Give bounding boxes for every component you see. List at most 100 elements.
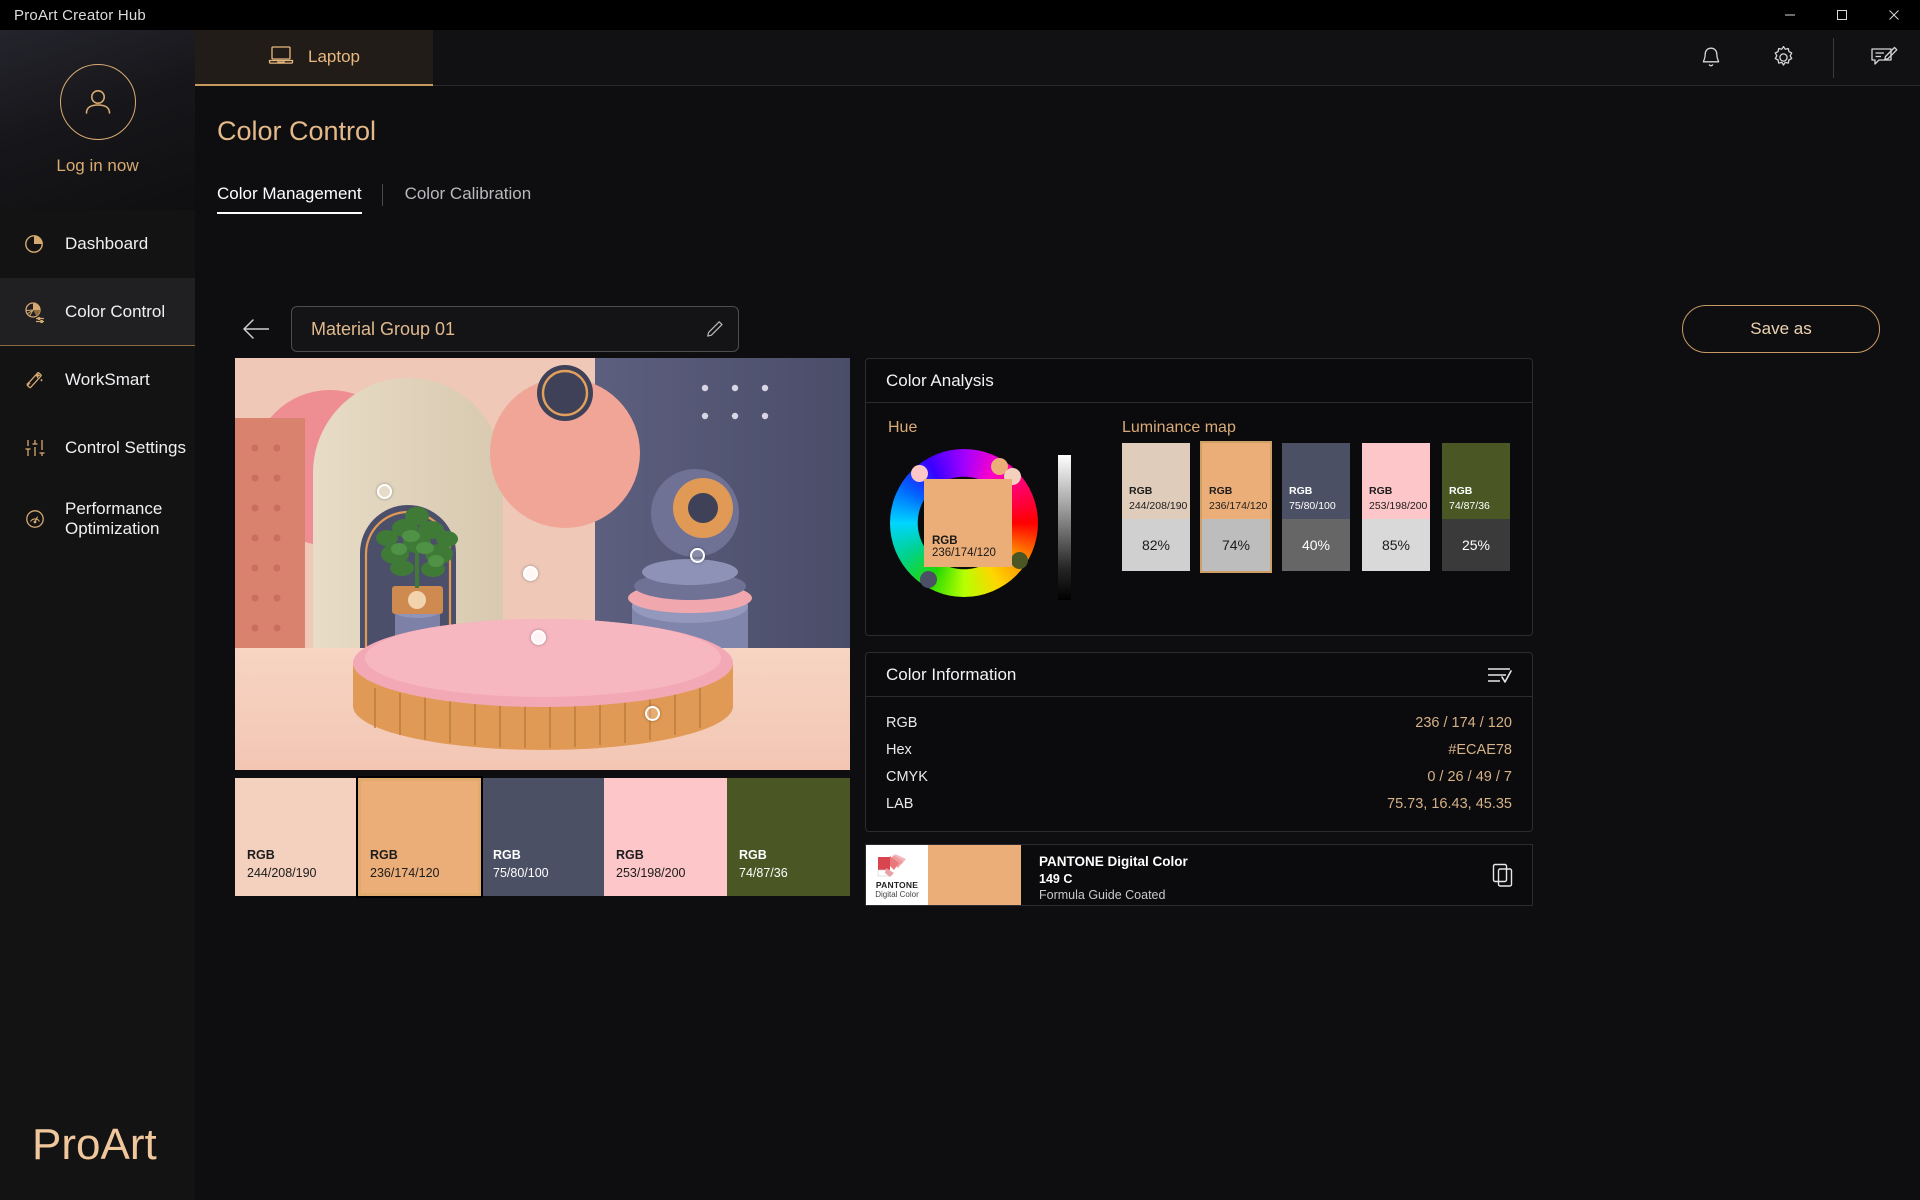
sidebar-item-control-settings[interactable]: Control Settings (0, 414, 195, 482)
palette-swatch-label: RGB (493, 846, 604, 864)
color-picker-marker[interactable] (523, 566, 538, 581)
info-row-key: RGB (886, 715, 917, 731)
sidebar-item-label: Performance Optimization (65, 499, 185, 540)
color-picker-marker[interactable] (690, 548, 705, 563)
pantone-guide: Formula Guide Coated (1039, 888, 1474, 902)
minimize-button[interactable] (1764, 0, 1816, 30)
palette-swatch-value: 253/198/200 (616, 864, 727, 882)
bell-icon[interactable] (1675, 30, 1747, 86)
title-bar: ProArt Creator Hub (0, 0, 1920, 30)
sidebar-item-performance-optimization[interactable]: Performance Optimization (0, 482, 195, 556)
proart-logo: ProArt (32, 1120, 157, 1170)
luminance-card-percent: 82% (1122, 519, 1190, 571)
luminance-section: Luminance map RGB 244/208/190 82% RGB (1122, 419, 1532, 636)
pantone-logo-icon: PANTONE Digital Color (866, 845, 928, 905)
group-name-value[interactable]: Material Group 01 (311, 319, 705, 340)
palette-swatch[interactable]: RGB 244/208/190 (235, 778, 358, 896)
feedback-icon[interactable] (1848, 30, 1920, 86)
gear-icon[interactable] (1747, 30, 1819, 86)
image-preview-section: RGB 244/208/190 RGB 236/174/120 RGB 75/8… (235, 358, 850, 896)
info-row-value: #ECAE78 (1448, 742, 1512, 758)
sidebar-item-color-control[interactable]: Color Control (0, 278, 195, 346)
tab-color-calibration[interactable]: Color Calibration (405, 184, 552, 214)
luminance-card-label: RGB (1369, 485, 1392, 497)
color-analysis-panel: Color Analysis Hue RGB 236/174/120 (865, 358, 1533, 636)
copy-icon[interactable] (1474, 845, 1532, 905)
group-name-field[interactable]: Material Group 01 (291, 306, 739, 352)
gauge-icon (22, 506, 48, 532)
color-wheel-icon (22, 299, 48, 325)
luminance-card-label: RGB (1209, 485, 1232, 497)
pantone-logo-subtitle: Digital Color (875, 890, 919, 899)
sidebar-item-label: Dashboard (65, 234, 148, 254)
info-row-key: Hex (886, 742, 912, 758)
save-as-button[interactable]: Save as (1682, 305, 1880, 353)
palette-swatch[interactable]: RGB 75/80/100 (481, 778, 604, 896)
device-tab-laptop[interactable]: Laptop (195, 30, 433, 86)
palette-swatch-value: 236/174/120 (370, 864, 481, 882)
color-information-panel: Color Information RGB 236 / 174 / 120 (865, 652, 1533, 832)
info-row: CMYK 0 / 26 / 49 / 7 (886, 763, 1512, 790)
pantone-logo-word: PANTONE (876, 880, 918, 890)
sidebar-item-label: WorkSmart (65, 370, 150, 390)
luminance-title: Luminance map (1122, 419, 1510, 437)
pantone-details: PANTONE Digital Color 149 C Formula Guid… (1021, 845, 1474, 905)
back-arrow-icon[interactable] (235, 308, 277, 350)
luminance-card[interactable]: RGB 244/208/190 82% (1122, 443, 1190, 571)
login-link[interactable]: Log in now (56, 156, 138, 176)
header-tab-slot-2 (433, 30, 669, 86)
close-button[interactable] (1868, 0, 1920, 30)
luminance-card-percent: 74% (1202, 519, 1270, 571)
hue-section: Hue RGB 236/174/120 (866, 419, 1102, 636)
luminance-card-label: RGB (1129, 485, 1152, 497)
luminance-card[interactable]: RGB 74/87/36 25% (1442, 443, 1510, 571)
luminance-card-percent: 85% (1362, 519, 1430, 571)
pie-chart-icon (22, 231, 48, 257)
sidebar: Log in now Dashboard (0, 30, 195, 1200)
group-toolbar: Material Group 01 Save as (235, 306, 1880, 352)
color-picker-marker[interactable] (531, 630, 546, 645)
luminance-card-color: RGB 75/80/100 (1282, 443, 1350, 519)
page-title: Color Control (217, 116, 376, 147)
palette-swatch-label: RGB (370, 846, 481, 864)
sidebar-item-worksmart[interactable]: WorkSmart (0, 346, 195, 414)
luminance-card[interactable]: RGB 253/198/200 85% (1362, 443, 1430, 571)
hue-wheel-dot[interactable] (1011, 552, 1028, 569)
list-check-icon[interactable] (1486, 665, 1512, 685)
sliders-icon (22, 435, 48, 461)
luminance-card-list: RGB 244/208/190 82% RGB 236/174/120 74% (1122, 443, 1510, 571)
sidebar-item-label: Color Control (65, 302, 165, 322)
luminance-gradient-bar[interactable] (1058, 455, 1071, 600)
pantone-color-swatch (928, 845, 1021, 905)
luminance-card-color: RGB 244/208/190 (1122, 443, 1190, 519)
luminance-card-color: RGB 236/174/120 (1202, 443, 1270, 519)
preview-image[interactable] (235, 358, 850, 770)
info-row-key: LAB (886, 796, 913, 812)
color-picker-marker[interactable] (645, 706, 660, 721)
tab-color-management[interactable]: Color Management (217, 184, 382, 214)
sidebar-nav: Dashboard (0, 210, 195, 556)
pantone-title: PANTONE Digital Color (1039, 854, 1474, 869)
palette-swatch[interactable]: RGB 74/87/36 (727, 778, 850, 896)
palette-swatch-label: RGB (247, 846, 358, 864)
luminance-card[interactable]: RGB 236/174/120 74% (1202, 443, 1270, 571)
page-tabs: Color Management Color Calibration (217, 184, 551, 214)
maximize-button[interactable] (1816, 0, 1868, 30)
device-tab-label: Laptop (308, 47, 360, 67)
palette-swatch-value: 75/80/100 (493, 864, 604, 882)
color-picker-marker[interactable] (377, 484, 392, 499)
profile-section[interactable]: Log in now (0, 30, 195, 210)
info-row-value: 75.73, 16.43, 45.35 (1387, 796, 1512, 812)
palette-swatch[interactable]: RGB 236/174/120 (358, 778, 481, 896)
header-divider (1833, 38, 1834, 78)
info-row-value: 0 / 26 / 49 / 7 (1427, 769, 1512, 785)
luminance-card[interactable]: RGB 75/80/100 40% (1282, 443, 1350, 571)
sidebar-item-dashboard[interactable]: Dashboard (0, 210, 195, 278)
page-content: Color Control Color Management Color Cal… (195, 86, 1920, 1200)
window-controls (1764, 0, 1920, 30)
header-spacer (905, 30, 1675, 86)
pencil-icon[interactable] (705, 320, 724, 339)
palette-swatch[interactable]: RGB 253/198/200 (604, 778, 727, 896)
header-icon-group (1675, 30, 1920, 86)
luminance-card-value: 75/80/100 (1289, 500, 1336, 512)
